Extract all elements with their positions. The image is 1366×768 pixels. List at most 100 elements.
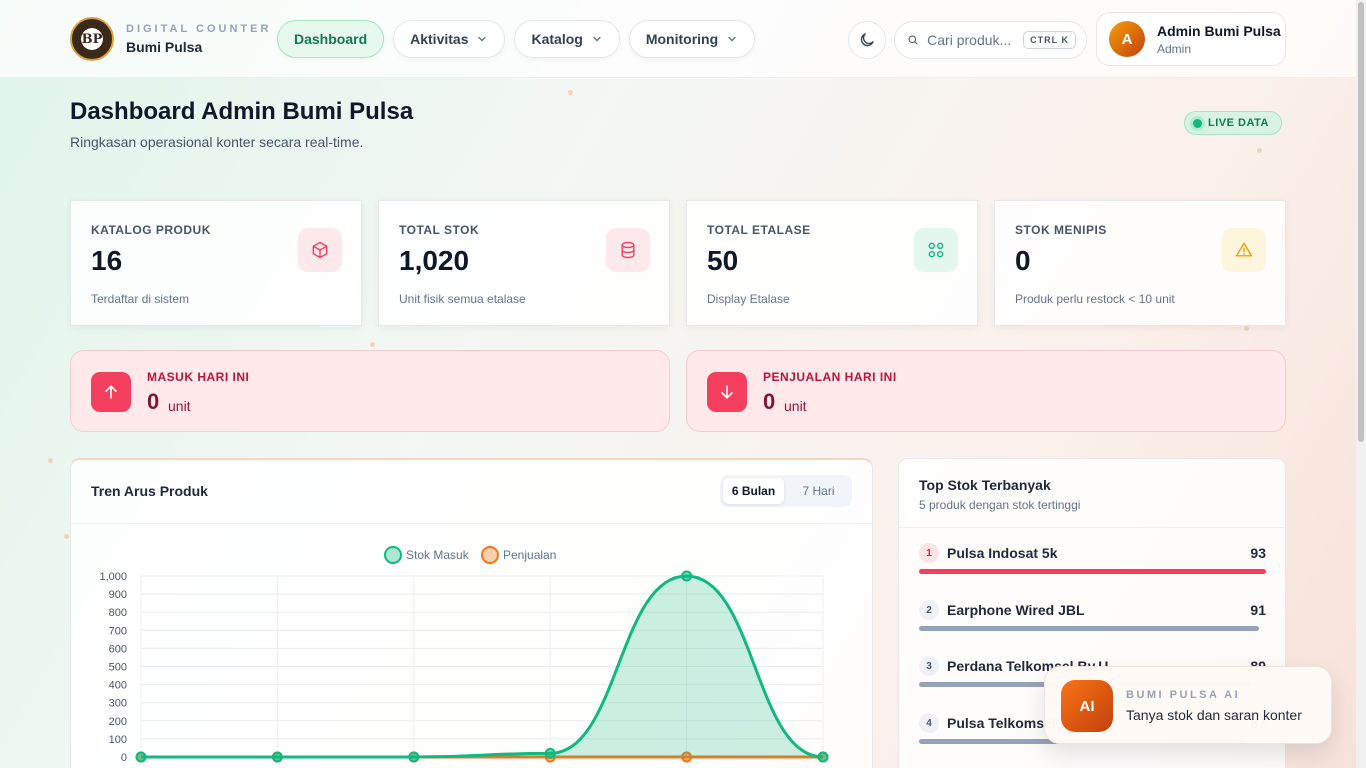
stock-bar	[919, 626, 1266, 631]
stat-value: 50	[707, 245, 739, 276]
stat-card-stok-menipis[interactable]: STOK MENIPIS 0 Produk perlu restock < 10…	[994, 200, 1286, 326]
y-tick-label: 400	[109, 680, 127, 692]
top-stock-item[interactable]: 2 Earphone Wired JBL 91	[919, 600, 1266, 640]
box-icon	[298, 228, 342, 272]
nav-monitoring-label: Monitoring	[645, 31, 719, 47]
item-value: 93	[1250, 545, 1266, 561]
y-tick-label: 0	[121, 752, 127, 764]
stat-card-etalase[interactable]: TOTAL ETALASE 50 Display Etalase	[686, 200, 978, 326]
range-toggle: 6 Bulan 7 Hari	[720, 475, 852, 507]
data-point	[817, 751, 829, 763]
live-data-label: LIVE DATA	[1208, 117, 1269, 129]
top-header: BP DIGITAL COUNTER Bumi Pulsa Dashboard …	[0, 0, 1356, 78]
top-stock-subtitle: 5 produk dengan stok tertinggi	[919, 498, 1081, 512]
y-tick-label: 900	[109, 589, 127, 601]
arrow-down-icon	[707, 372, 747, 412]
stat-value: 1,020	[399, 245, 470, 276]
chart-panel: Tren Arus Produk 6 Bulan 7 Hari 0 100 200 3…	[70, 458, 873, 768]
data-point	[544, 747, 556, 759]
data-point	[271, 751, 283, 763]
legend-label: Stok Masuk	[406, 548, 470, 562]
range-7-hari-button[interactable]: 7 Hari	[788, 478, 849, 504]
stat-label: STOK MENIPIS	[1015, 223, 1107, 237]
nav-aktivitas-label: Aktivitas	[410, 31, 469, 47]
main-nav: Dashboard Aktivitas Katalog Monitoring	[277, 20, 756, 58]
arrow-up-icon	[91, 372, 131, 412]
flow-card-penjualan[interactable]: PENJUALAN HARI INI 0 unit	[686, 350, 1286, 432]
trend-chart: 0 100 200 300 400 500 600 700 800 900 1,000 Stok Ma…	[99, 546, 829, 764]
stat-label: TOTAL ETALASE	[707, 223, 811, 237]
ai-subtitle: BUMI PULSA AI	[1126, 689, 1241, 701]
y-tick-label: 700	[109, 625, 127, 637]
legend-swatch	[481, 546, 499, 564]
nav-katalog-label: Katalog	[531, 31, 583, 47]
stat-note: Produk perlu restock < 10 unit	[1015, 292, 1175, 306]
decor-dot	[1244, 326, 1249, 331]
flow-card-masuk[interactable]: MASUK HARI INI 0 unit	[70, 350, 670, 432]
search-input[interactable]	[927, 32, 1016, 48]
brand[interactable]: BP DIGITAL COUNTER Bumi Pulsa	[70, 17, 271, 61]
nav-monitoring[interactable]: Monitoring	[628, 20, 756, 58]
ai-assistant-button[interactable]: AI BUMI PULSA AI Tanya stok dan saran ko…	[1044, 666, 1332, 744]
data-point	[681, 570, 693, 582]
brand-subtitle: DIGITAL COUNTER	[126, 23, 272, 35]
brand-name: Bumi Pulsa	[126, 39, 203, 55]
scrollbar-thumb[interactable]	[1358, 2, 1364, 442]
y-tick-label: 600	[109, 643, 127, 655]
search-icon	[908, 35, 918, 45]
decor-dot	[568, 90, 573, 95]
theme-toggle-button[interactable]	[848, 21, 886, 59]
chevron-down-icon	[593, 36, 601, 42]
flow-unit: unit	[168, 398, 191, 414]
item-name: Pulsa Indosat 5k	[947, 545, 1058, 561]
stat-label: KATALOG PRODUK	[91, 223, 211, 237]
data-point	[408, 751, 420, 763]
rank-badge: 2	[919, 600, 939, 620]
chart-title: Tren Arus Produk	[91, 483, 208, 499]
nav-dashboard[interactable]: Dashboard	[277, 20, 385, 58]
y-tick-label: 500	[109, 662, 127, 674]
nav-dashboard-label: Dashboard	[294, 31, 368, 47]
y-tick-label: 300	[109, 698, 127, 710]
search-box[interactable]: CTRL K	[894, 21, 1087, 59]
chevron-down-icon	[478, 36, 487, 42]
stat-note: Terdaftar di sistem	[91, 292, 190, 306]
item-name: Earphone Wired JBL	[947, 602, 1085, 618]
nav-katalog[interactable]: Katalog	[514, 20, 620, 58]
flow-label: PENJUALAN HARI INI	[763, 370, 897, 384]
user-role: Admin	[1157, 41, 1192, 56]
decor-dot	[1257, 148, 1262, 153]
rank-badge: 1	[919, 543, 939, 563]
ai-badge: AI	[1061, 680, 1113, 732]
stock-bar	[919, 569, 1266, 574]
page-title: Dashboard Admin Bumi Pulsa	[70, 98, 414, 125]
flow-label: MASUK HARI INI	[147, 370, 250, 384]
live-data-badge: LIVE DATA	[1184, 111, 1282, 135]
grid-icon	[914, 228, 958, 272]
database-icon	[606, 228, 650, 272]
user-menu[interactable]: A Admin Bumi Pulsa Admin	[1096, 12, 1286, 66]
stat-card-total-stok[interactable]: TOTAL STOK 1,020 Unit fisik semua etalas…	[378, 200, 670, 326]
avatar: A	[1109, 21, 1145, 57]
ai-prompt-text: Tanya stok dan saran konter	[1126, 707, 1302, 723]
page-scrollbar[interactable]	[1356, 0, 1366, 768]
y-tick-label: 800	[109, 607, 127, 619]
flow-value: 0	[147, 389, 160, 414]
flow-value: 0	[763, 389, 776, 414]
y-tick-label: 100	[109, 734, 127, 746]
page-subtitle: Ringkasan operasional konter secara real…	[70, 134, 364, 150]
rank-badge: 4	[919, 713, 939, 733]
search-shortcut: CTRL K	[1023, 31, 1076, 49]
stat-value: 0	[1015, 245, 1031, 276]
top-stock-item[interactable]: 1 Pulsa Indosat 5k 93	[919, 543, 1266, 583]
range-6-bulan-button[interactable]: 6 Bulan	[723, 478, 784, 504]
y-tick-label: 200	[109, 716, 127, 728]
decor-dot	[370, 342, 375, 347]
legend-label: Penjualan	[503, 548, 556, 562]
nav-aktivitas[interactable]: Aktivitas	[393, 20, 506, 58]
stat-card-katalog[interactable]: KATALOG PRODUK 16 Terdaftar di sistem	[70, 200, 362, 326]
stat-note: Display Etalase	[707, 292, 790, 306]
live-dot-icon	[1193, 118, 1202, 128]
item-value: 91	[1250, 602, 1266, 618]
stock-bar-fill	[919, 569, 1266, 574]
